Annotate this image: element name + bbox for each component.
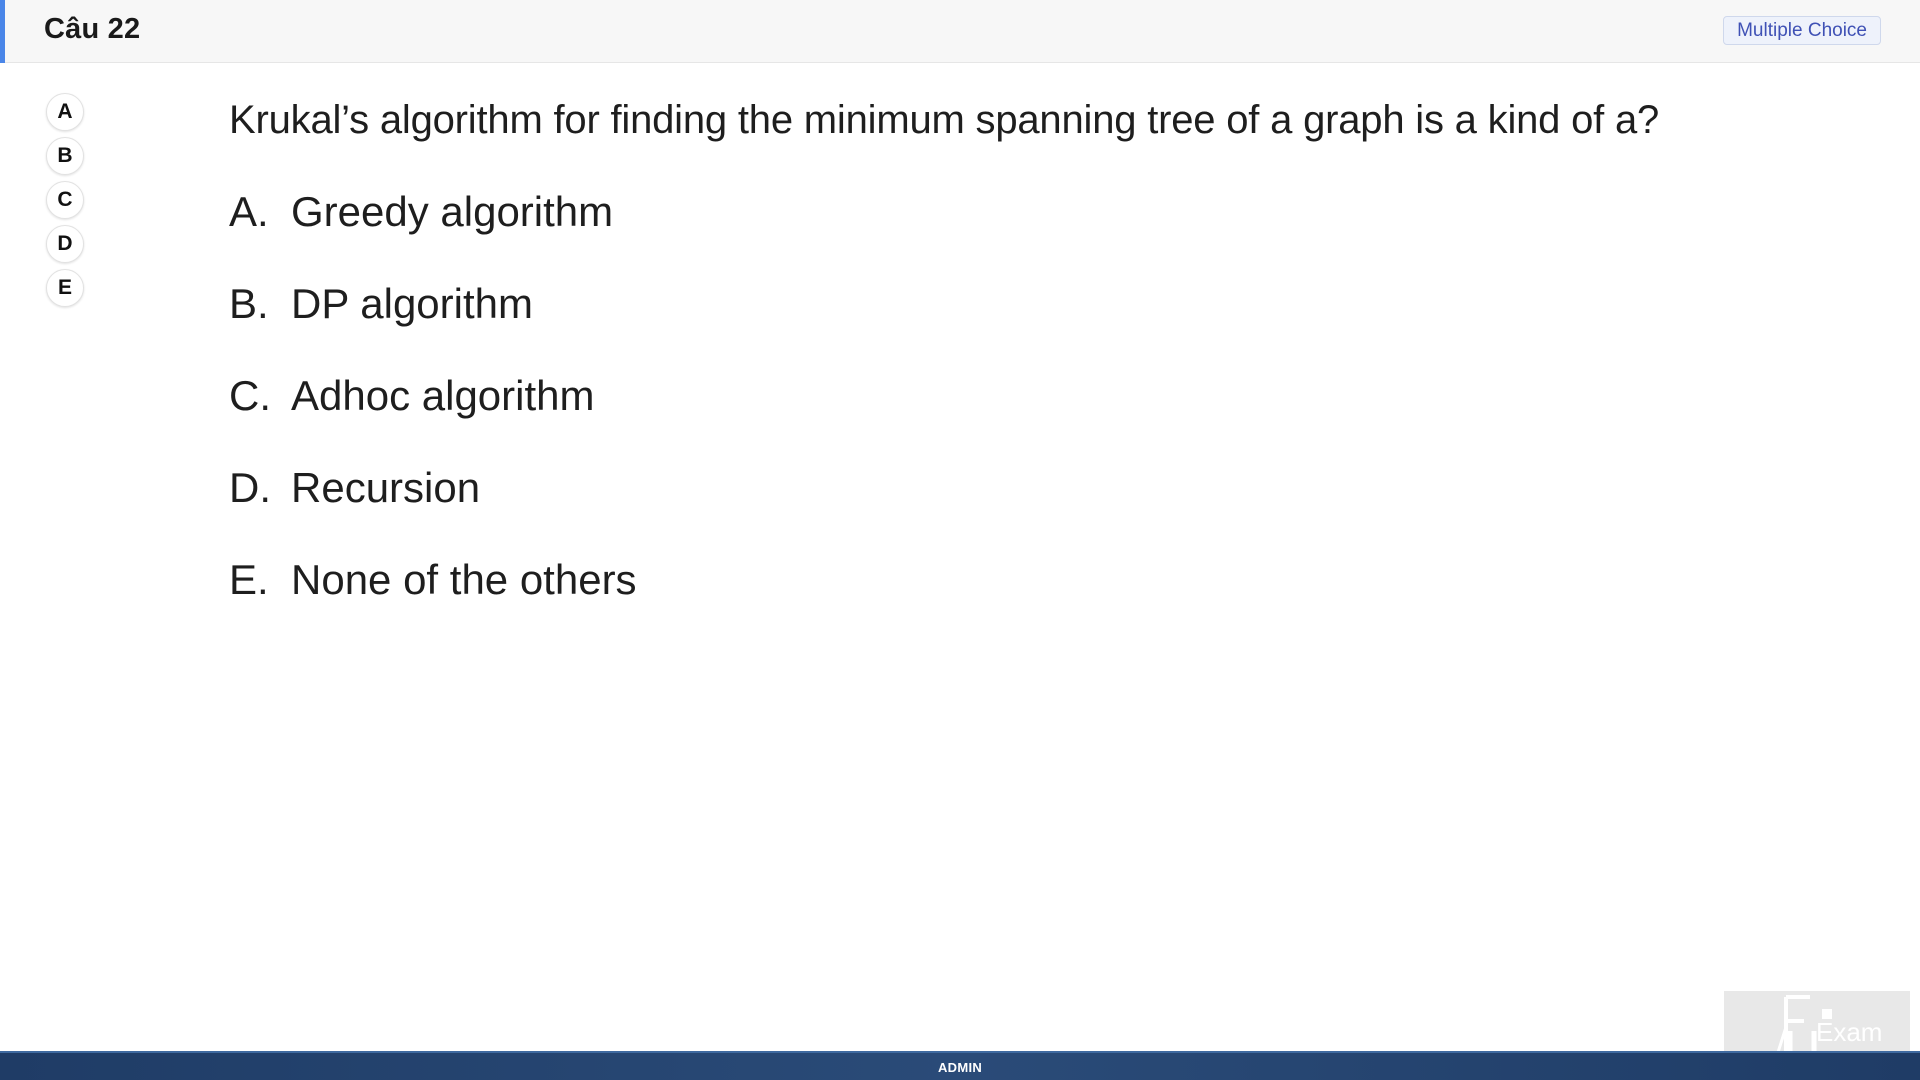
choice-text: Recursion xyxy=(291,464,481,511)
answer-option-c[interactable]: C xyxy=(46,181,84,219)
choice-e: E. None of the others xyxy=(229,552,1829,608)
choice-letter: E. xyxy=(229,556,269,603)
choice-b: B. DP algorithm xyxy=(229,276,1829,332)
question-type-badge: Multiple Choice xyxy=(1723,16,1881,45)
choice-letter: D. xyxy=(229,464,271,511)
question-content: Krukal’s algorithm for finding the minim… xyxy=(229,92,1829,608)
choice-a: A. Greedy algorithm xyxy=(229,184,1829,240)
choice-text: DP algorithm xyxy=(291,280,533,327)
question-number: Câu 22 xyxy=(44,13,141,45)
answer-option-b[interactable]: B xyxy=(46,137,84,175)
choice-letter: A. xyxy=(229,188,269,235)
footer-bar: ADMIN xyxy=(0,1051,1920,1080)
answer-selector: A B C D E xyxy=(46,93,86,313)
question-header: Câu 22 Multiple Choice xyxy=(0,0,1920,63)
choice-text: Adhoc algorithm xyxy=(291,372,595,419)
answer-option-e[interactable]: E xyxy=(46,269,84,307)
exam-page: Câu 22 Multiple Choice A B C D E Krukal’… xyxy=(0,0,1920,1080)
footer-user-label: ADMIN xyxy=(937,1060,983,1075)
answer-option-a[interactable]: A xyxy=(46,93,84,131)
choice-text: Greedy algorithm xyxy=(291,188,614,235)
logo-text: Exam xyxy=(1816,1017,1882,1047)
answer-option-d[interactable]: D xyxy=(46,225,84,263)
header-accent-bar xyxy=(0,0,5,63)
choice-letter: C. xyxy=(229,372,271,419)
choice-text: None of the others xyxy=(291,556,637,603)
choice-d: D. Recursion xyxy=(229,460,1829,516)
choice-letter: B. xyxy=(229,280,269,327)
choice-c: C. Adhoc algorithm xyxy=(229,368,1829,424)
question-text: Krukal’s algorithm for finding the minim… xyxy=(229,98,1660,142)
